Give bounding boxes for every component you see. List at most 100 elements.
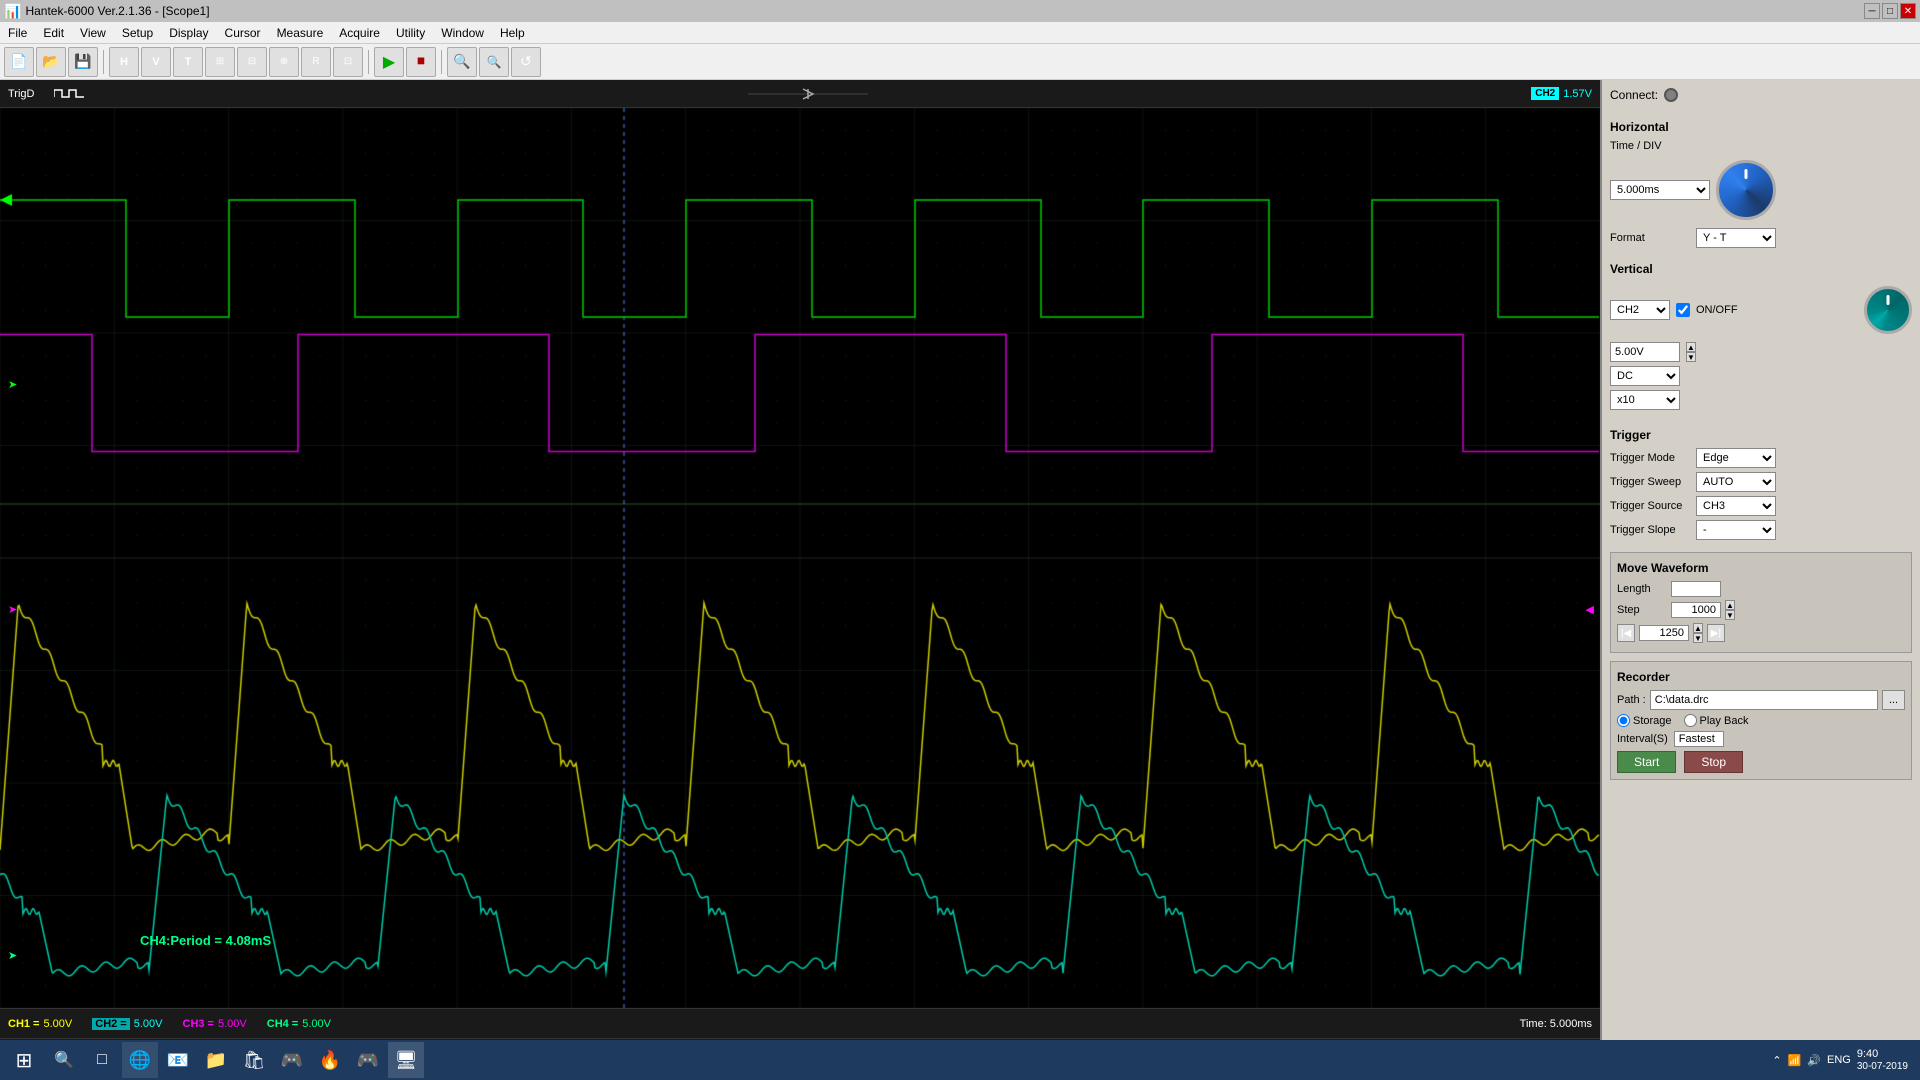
trigger-slope-label: Trigger Slope — [1610, 524, 1690, 536]
path-input[interactable] — [1650, 690, 1878, 710]
toolbar-ch1[interactable]: H — [109, 47, 139, 77]
trigger-section: Trigger Trigger Mode Edge Trigger Sweep … — [1610, 426, 1912, 544]
browse-button[interactable]: ... — [1882, 690, 1905, 710]
vertical-knob-container — [1864, 286, 1912, 334]
horizontal-knob[interactable] — [1716, 160, 1776, 220]
taskbar-icon-mail[interactable]: 📧 — [160, 1042, 196, 1078]
move-left-btn[interactable]: |◀ — [1617, 624, 1635, 642]
ch3-status: CH3 = 5.00V — [183, 1018, 247, 1030]
menu-acquire[interactable]: Acquire — [331, 24, 388, 42]
taskbar-icon-app3[interactable]: 🎮 — [350, 1042, 386, 1078]
vertical-ch-select[interactable]: CH2 — [1610, 300, 1670, 320]
toolbar-fit[interactable]: ↺ — [511, 47, 541, 77]
trigger-position-indicator — [104, 87, 1511, 101]
playback-radio[interactable] — [1684, 714, 1697, 727]
task-view-button[interactable]: □ — [84, 1042, 120, 1078]
toolbar-zoom-in[interactable]: 🔍 — [447, 47, 477, 77]
system-tray: ⌃ 📶 🔊 30-07-2019 ENG 9:40 30-07-2019 — [1764, 1048, 1916, 1072]
trig-waveform-icon — [54, 87, 84, 101]
menu-file[interactable]: File — [0, 24, 35, 42]
trigger-mode-label: Trigger Mode — [1610, 452, 1690, 464]
toolbar-cursor[interactable]: ⊕ — [269, 47, 299, 77]
scope-area: TrigD CH2 1.57V CH4:Period = 4.08mS — [0, 80, 1600, 1060]
search-taskbar[interactable]: 🔍 — [46, 1042, 82, 1078]
toolbar-ref[interactable]: R — [301, 47, 331, 77]
toolbar-run[interactable]: ▶ — [374, 47, 404, 77]
waveform-display[interactable]: CH4:Period = 4.08mS ➤ ➤ ➤ ◀ — [0, 108, 1600, 1008]
playback-label[interactable]: Play Back — [1684, 714, 1749, 727]
pos-up-btn[interactable]: ▲ — [1693, 623, 1703, 633]
maximize-button[interactable]: □ — [1882, 3, 1898, 19]
trigger-mode-select[interactable]: Edge — [1696, 448, 1776, 468]
position-input[interactable] — [1639, 625, 1689, 641]
trigger-source-label: Trigger Source — [1610, 500, 1690, 512]
coupling-select[interactable]: DC — [1610, 366, 1680, 386]
voltage-input[interactable] — [1610, 342, 1680, 362]
time-div-select[interactable]: 5.000ms — [1610, 180, 1710, 200]
taskbar-icon-app1[interactable]: 🎮 — [274, 1042, 310, 1078]
taskbar-icon-store[interactable]: 🛍 — [236, 1042, 272, 1078]
vertical-knob[interactable] — [1864, 286, 1912, 334]
oscilloscope-canvas[interactable] — [0, 108, 1600, 1008]
toolbar-stop[interactable]: ⏹ — [406, 47, 436, 77]
vertical-title: Vertical — [1610, 260, 1912, 278]
voltage-up-btn[interactable]: ▲ — [1686, 342, 1696, 352]
close-button[interactable]: ✕ — [1900, 3, 1916, 19]
trigger-source-select[interactable]: CH3 — [1696, 496, 1776, 516]
storage-label[interactable]: Storage — [1617, 714, 1672, 727]
minimize-button[interactable]: ─ — [1864, 3, 1880, 19]
toolbar-ch3[interactable]: T — [173, 47, 203, 77]
tray-network: 📶 — [1788, 1054, 1802, 1067]
stop-button[interactable]: Stop — [1684, 751, 1743, 773]
trigger-slope-row: Trigger Slope - — [1610, 520, 1912, 540]
start-button[interactable]: Start — [1617, 751, 1676, 773]
taskbar-icon-scope[interactable]: 🖥 — [388, 1042, 424, 1078]
step-down-btn[interactable]: ▼ — [1725, 610, 1735, 620]
menu-edit[interactable]: Edit — [35, 24, 72, 42]
interval-input[interactable] — [1674, 731, 1724, 747]
probe-select[interactable]: x10 — [1610, 390, 1680, 410]
tray-arrow[interactable]: ⌃ — [1772, 1054, 1781, 1067]
menu-help[interactable]: Help — [492, 24, 533, 42]
toolbar-zoom[interactable]: ⊡ — [333, 47, 363, 77]
trigger-slope-select[interactable]: - — [1696, 520, 1776, 540]
menu-utility[interactable]: Utility — [388, 24, 433, 42]
position-spinners: ▲ ▼ — [1693, 623, 1703, 643]
menu-view[interactable]: View — [72, 24, 114, 42]
toolbar-zoom-out[interactable]: 🔍 — [479, 47, 509, 77]
move-waveform-title: Move Waveform — [1617, 559, 1905, 577]
menu-cursor[interactable]: Cursor — [217, 24, 269, 42]
pos-down-btn[interactable]: ▼ — [1693, 633, 1703, 643]
taskbar-icon-app2[interactable]: 🔥 — [312, 1042, 348, 1078]
step-input[interactable] — [1671, 602, 1721, 618]
toolbar-measure2[interactable]: ⊟ — [237, 47, 267, 77]
recorder-actions: Start Stop — [1617, 751, 1905, 773]
toolbar: 📄 📂 💾 H V T ⊞ ⊟ ⊕ R ⊡ ▶ ⏹ 🔍 🔍 ↺ — [0, 44, 1920, 80]
menu-window[interactable]: Window — [433, 24, 492, 42]
step-spinners: ▲ ▼ — [1725, 600, 1735, 620]
path-row: Path : ... — [1617, 690, 1905, 710]
format-select[interactable]: Y - T — [1696, 228, 1776, 248]
toolbar-measure1[interactable]: ⊞ — [205, 47, 235, 77]
right-panel: Connect: Horizontal Time / DIV 5.000ms F… — [1600, 80, 1920, 1060]
taskbar-icon-explorer[interactable]: 📁 — [198, 1042, 234, 1078]
menu-setup[interactable]: Setup — [114, 24, 161, 42]
lang-display: ENG — [1827, 1054, 1851, 1066]
toolbar-save[interactable]: 💾 — [68, 47, 98, 77]
trigger-sweep-row: Trigger Sweep AUTO — [1610, 472, 1912, 492]
step-up-btn[interactable]: ▲ — [1725, 600, 1735, 610]
move-right-btn[interactable]: ▶| — [1707, 624, 1725, 642]
toolbar-new[interactable]: 📄 — [4, 47, 34, 77]
probe-row: x10 — [1610, 390, 1912, 410]
menu-measure[interactable]: Measure — [269, 24, 332, 42]
start-button[interactable]: ⊞ — [4, 1042, 44, 1078]
voltage-down-btn[interactable]: ▼ — [1686, 352, 1696, 362]
toolbar-ch2[interactable]: V — [141, 47, 171, 77]
trigger-sweep-select[interactable]: AUTO — [1696, 472, 1776, 492]
ch1-voltage: 5.00V — [44, 1018, 73, 1030]
toolbar-open[interactable]: 📂 — [36, 47, 66, 77]
taskbar-icon-edge[interactable]: 🌐 — [122, 1042, 158, 1078]
storage-radio[interactable] — [1617, 714, 1630, 727]
menu-display[interactable]: Display — [161, 24, 216, 42]
onoff-checkbox[interactable] — [1676, 303, 1690, 317]
